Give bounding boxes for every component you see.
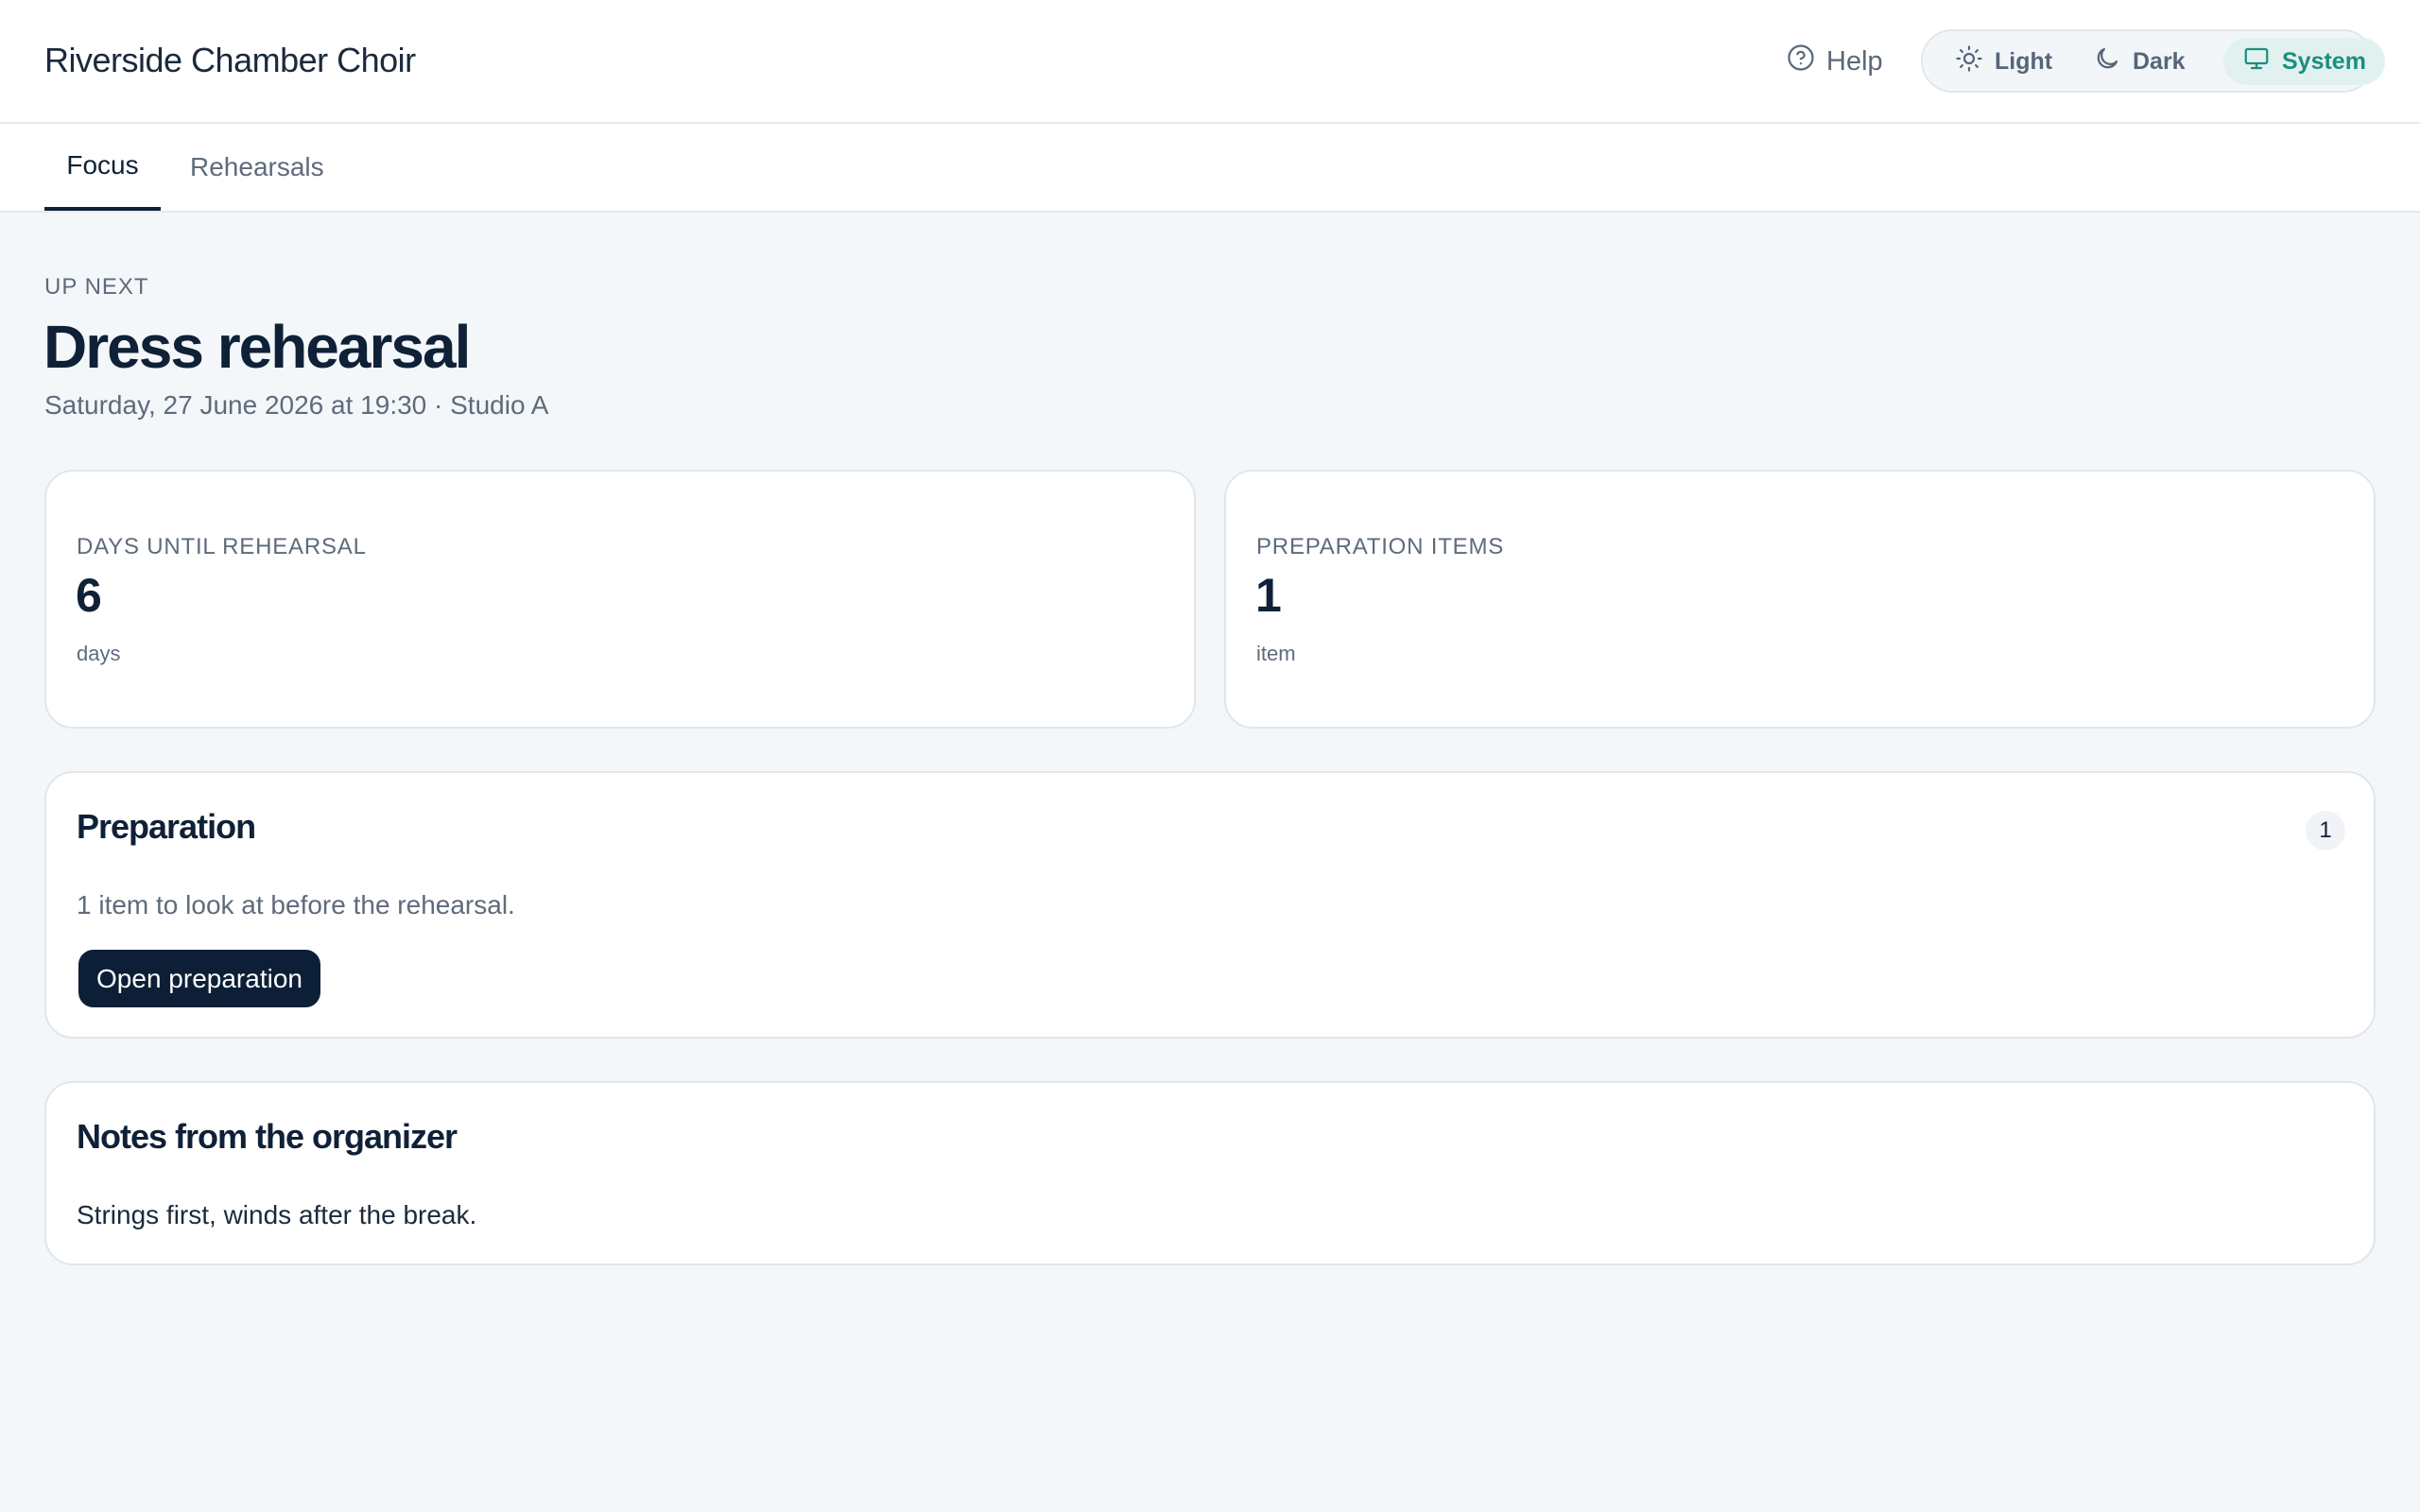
question-circle-icon bbox=[1787, 43, 1815, 79]
tab-rehearsals[interactable]: Rehearsals bbox=[190, 124, 324, 211]
stat-value: 1 bbox=[1255, 569, 1282, 622]
sun-icon bbox=[1955, 44, 1983, 79]
help-label: Help bbox=[1826, 45, 1883, 77]
monitor-icon bbox=[2242, 44, 2271, 79]
theme-system-label: System bbox=[2282, 47, 2366, 75]
stat-unit: item bbox=[1256, 642, 1296, 665]
open-preparation-button[interactable]: Open preparation bbox=[78, 950, 320, 1007]
tab-bar: Focus Rehearsals bbox=[0, 124, 2420, 213]
theme-switcher: Light Dark System bbox=[1921, 29, 2385, 93]
event-datetime-location: Saturday, 27 June 2026 at 19:30 · Studio… bbox=[44, 390, 549, 420]
preparation-description: 1 item to look at before the rehearsal. bbox=[77, 890, 515, 919]
theme-dark-label: Dark bbox=[2133, 47, 2186, 75]
organizer-notes-card: Notes from the organizer Strings first, … bbox=[44, 1081, 2376, 1265]
preparation-items-card: PREPARATION ITEMS 1 item bbox=[1224, 470, 2376, 729]
page-title: Dress rehearsal bbox=[43, 313, 471, 381]
moon-icon bbox=[2093, 44, 2121, 79]
app-title: Riverside Chamber Choir bbox=[44, 41, 416, 79]
count-badge: 1 bbox=[2306, 811, 2345, 850]
stat-label: DAYS UNTIL REHEARSAL bbox=[77, 534, 367, 559]
stat-label: PREPARATION ITEMS bbox=[1256, 534, 1505, 559]
theme-dark-button[interactable]: Dark bbox=[2074, 38, 2204, 85]
preparation-title: Preparation bbox=[77, 807, 256, 846]
notes-text: Strings first, winds after the break. bbox=[77, 1200, 477, 1229]
theme-light-label: Light bbox=[1995, 47, 2053, 75]
tab-focus[interactable]: Focus bbox=[44, 124, 161, 211]
stat-value: 6 bbox=[76, 569, 102, 622]
help-button[interactable]: Help bbox=[1787, 43, 1883, 80]
app-header: Riverside Chamber Choir Help Light Dark … bbox=[0, 0, 2420, 124]
stat-unit: days bbox=[77, 642, 121, 665]
notes-title: Notes from the organizer bbox=[77, 1117, 458, 1156]
preparation-card: Preparation 1 1 item to look at before t… bbox=[44, 771, 2376, 1039]
days-until-card: DAYS UNTIL REHEARSAL 6 days bbox=[44, 470, 1196, 729]
theme-light-button[interactable]: Light bbox=[1936, 38, 2071, 85]
theme-system-button[interactable]: System bbox=[2223, 38, 2385, 85]
up-next-eyebrow: UP NEXT bbox=[44, 274, 149, 300]
